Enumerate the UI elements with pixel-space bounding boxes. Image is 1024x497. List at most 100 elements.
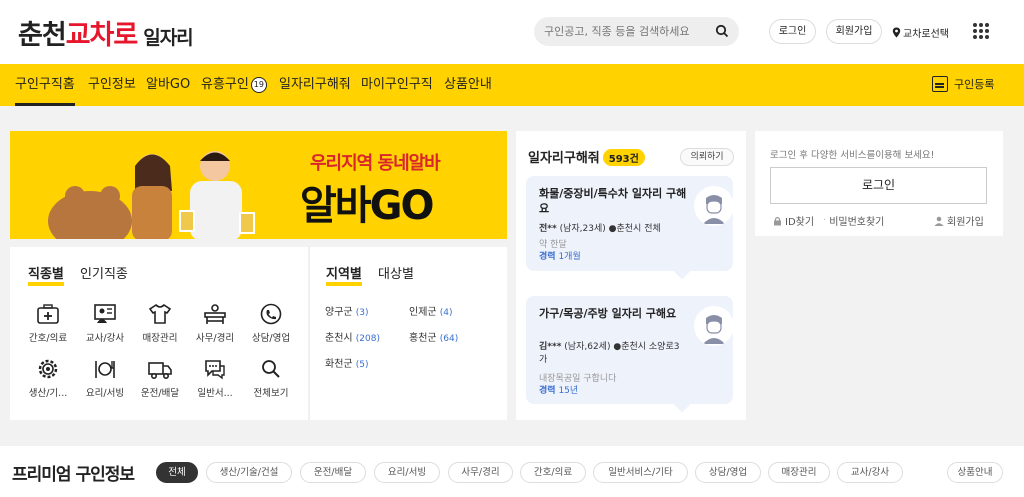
signup-button[interactable]: 회원가입	[826, 19, 882, 44]
card-info: (남자,62세)	[564, 342, 611, 352]
job-request-title-text: 일자리구해줘	[528, 151, 600, 166]
region-item[interactable]: 양구군 (3)	[325, 303, 369, 318]
find-password-label: 비밀번호찾기	[829, 217, 885, 228]
office-icon	[202, 302, 228, 326]
nav-my-jobs[interactable]: 마이구인구직	[361, 64, 433, 106]
shirt-icon	[147, 302, 173, 326]
login-panel-button[interactable]: 로그인	[770, 167, 987, 204]
job-request-card[interactable]: 가구/목공/주방 일자리 구해요 김*** (남자,62세) ●춘천시 소양로3…	[526, 296, 734, 413]
register-job-button[interactable]: 구인등록	[932, 76, 994, 92]
medical-kit-icon	[35, 302, 61, 326]
chip-general-service[interactable]: 일반서비스/기타	[593, 462, 688, 483]
card-exp-value: 15년	[558, 386, 579, 396]
card-meta: 김*** (남자,62세) ●춘천시 소양로3가	[539, 341, 687, 367]
category-label: 요리/서빙	[85, 388, 125, 399]
nav-product-info[interactable]: 상품안내	[444, 64, 492, 106]
category-general-service[interactable]: 일반서...	[186, 357, 244, 399]
category-label: 매장관리	[142, 333, 178, 344]
avatar-icon	[694, 186, 734, 226]
logo-part2: 교차로	[65, 20, 139, 51]
dining-icon	[92, 357, 118, 381]
category-teacher[interactable]: 교사/강사	[76, 302, 134, 344]
nav-job-info[interactable]: 구인정보	[88, 64, 136, 106]
chip-delivery[interactable]: 운전/배달	[300, 462, 366, 483]
search-icon	[258, 357, 284, 381]
nav-albago[interactable]: 알바GO	[146, 64, 190, 106]
region-item[interactable]: 인제군 (4)	[409, 303, 453, 318]
chip-cooking[interactable]: 요리/서빙	[374, 462, 440, 483]
signup-link[interactable]: 회원가입	[934, 213, 984, 228]
card-experience: 경력 15년	[539, 383, 578, 396]
card-tail	[673, 262, 691, 280]
card-location: 춘천시 소양로3가	[539, 342, 680, 365]
chip-medical[interactable]: 간호/의료	[520, 462, 586, 483]
signup-link-label: 회원가입	[947, 217, 984, 228]
site-logo[interactable]: 춘천 교차로 일자리	[18, 13, 194, 51]
logo-part1: 춘천	[18, 20, 67, 51]
search-input[interactable]	[544, 21, 714, 42]
category-label: 교사/강사	[85, 333, 125, 344]
tab-by-category[interactable]: 직종별	[28, 267, 64, 286]
card-meta: 전** (남자,23세) ●춘천시 전체	[539, 221, 661, 234]
chip-all[interactable]: 전체	[156, 462, 198, 483]
category-label: 생산/기...	[28, 388, 68, 399]
region-item[interactable]: 홍천군 (64)	[409, 329, 458, 344]
premium-section: 프리미엄 구인정보 전체 생산/기술/건설 운전/배달 요리/서빙 사무/경리 …	[0, 446, 1024, 497]
card-name: 김***	[539, 342, 562, 352]
chip-teacher[interactable]: 교사/강사	[837, 462, 903, 483]
job-request-panel: 일자리구해줘 593건 의뢰하기 화물/중장비/특수차 일자리 구해요 전** (…	[516, 131, 746, 420]
card-tail	[673, 395, 691, 413]
category-store[interactable]: 매장관리	[131, 302, 189, 344]
product-info-button[interactable]: 상품안내	[947, 462, 1003, 483]
region-item[interactable]: 춘천시 (208)	[325, 329, 380, 344]
category-production[interactable]: 생산/기...	[19, 357, 77, 399]
category-office[interactable]: 사무/경리	[186, 302, 244, 344]
nav-find-job-request[interactable]: 일자리구해줘	[279, 64, 351, 106]
category-medical[interactable]: 간호/의료	[19, 302, 77, 344]
albago-banner[interactable]: 우리지역 동네알바 알바GO	[10, 131, 507, 239]
all-menu-icon[interactable]	[973, 23, 989, 39]
region-item[interactable]: 화천군 (5)	[325, 355, 369, 370]
tab-by-region[interactable]: 지역별	[326, 267, 362, 286]
search-icon[interactable]	[715, 24, 729, 38]
category-delivery[interactable]: 운전/배달	[131, 357, 189, 399]
location-pin-icon: ●	[608, 224, 617, 234]
category-cooking[interactable]: 요리/서빙	[76, 357, 134, 399]
find-password-link[interactable]: · 비밀번호찾기	[823, 213, 884, 228]
register-job-label: 구인등록	[954, 78, 995, 91]
phone-icon	[258, 302, 284, 326]
tab-popular[interactable]: 인기직종	[80, 267, 128, 282]
chip-production[interactable]: 생산/기술/건설	[206, 462, 292, 483]
card-name: 전**	[539, 224, 557, 234]
category-panel: 직종별 인기직종 간호/의료 교사/강사 매장관리 사무/경리 상담/영업 생산…	[10, 247, 308, 420]
tab-by-target[interactable]: 대상별	[378, 267, 414, 282]
search-box	[534, 17, 739, 46]
card-exp-label: 경력	[539, 386, 556, 396]
chip-store[interactable]: 매장관리	[768, 462, 830, 483]
nav-home[interactable]: 구인구직홈	[15, 64, 75, 106]
region-select-label: 교차로선택	[903, 29, 949, 40]
card-title: 화물/중장비/특수차 일자리 구해요	[539, 187, 687, 215]
chip-office[interactable]: 사무/경리	[448, 462, 513, 483]
category-label: 운전/배달	[140, 388, 180, 399]
category-counseling[interactable]: 상담/영업	[242, 302, 300, 344]
category-view-all[interactable]: 전체보기	[242, 357, 300, 399]
job-request-card[interactable]: 화물/중장비/특수차 일자리 구해요 전** (남자,23세) ●춘천시 전체 …	[526, 176, 734, 280]
divider	[309, 247, 310, 420]
login-button[interactable]: 로그인	[769, 19, 816, 44]
avatar-icon	[694, 306, 734, 346]
category-label: 일반서...	[197, 388, 233, 399]
region-name: 화천군	[325, 359, 353, 370]
find-id-link[interactable]: ID찾기	[773, 213, 814, 228]
region-count: (64)	[439, 334, 459, 344]
job-request-count: 593건	[602, 149, 645, 166]
banner-headline: 알바GO	[300, 173, 434, 231]
teacher-icon	[92, 302, 118, 326]
request-button[interactable]: 의뢰하기	[680, 148, 734, 166]
region-count: (208)	[355, 334, 380, 344]
nav-adult-jobs[interactable]: 유흥구인 19	[201, 64, 267, 106]
region-select[interactable]: 교차로선택	[892, 25, 949, 40]
chip-counseling[interactable]: 상담/영업	[695, 462, 761, 483]
region-count: (4)	[439, 308, 453, 318]
category-label: 간호/의료	[28, 333, 68, 344]
